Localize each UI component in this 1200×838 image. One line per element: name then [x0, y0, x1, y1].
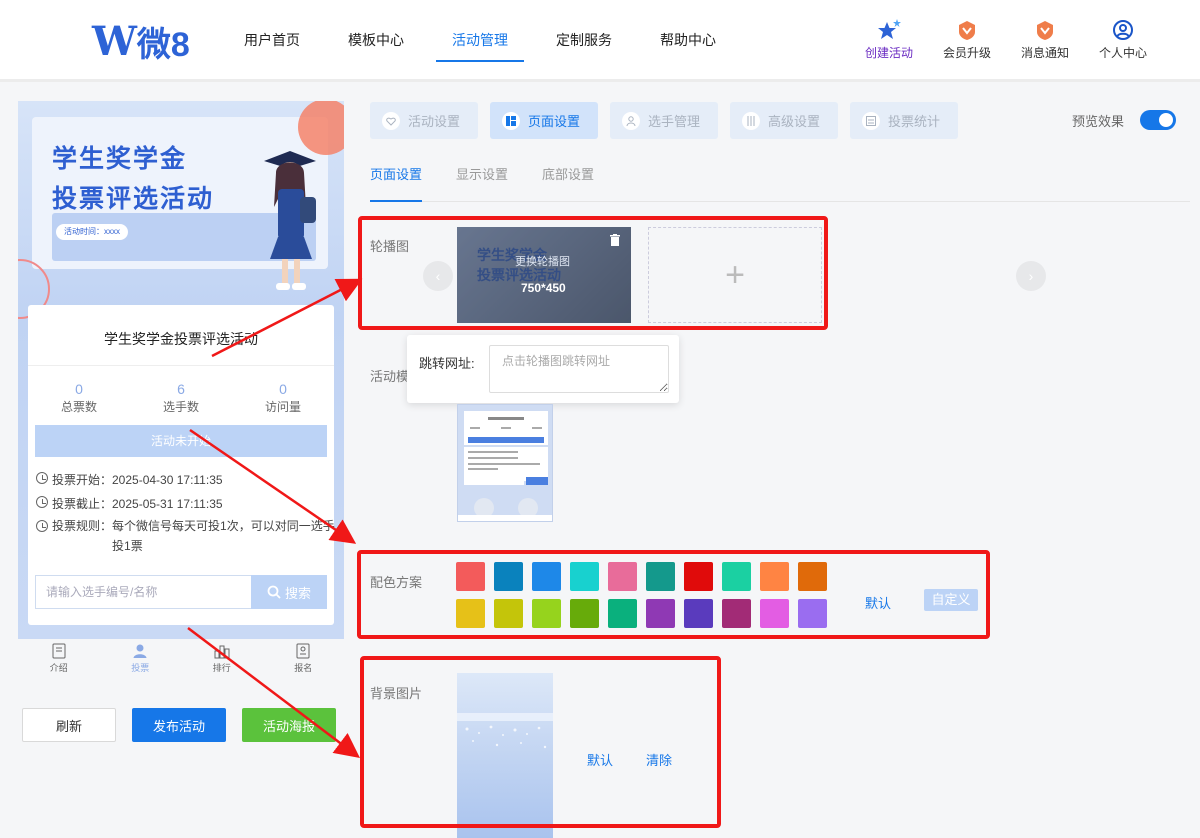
- arrow-to-colors: [189, 428, 357, 544]
- arrow-to-background: [187, 627, 360, 759]
- arrow-to-carousel: [211, 278, 363, 358]
- annotation-arrows: [187, 278, 363, 759]
